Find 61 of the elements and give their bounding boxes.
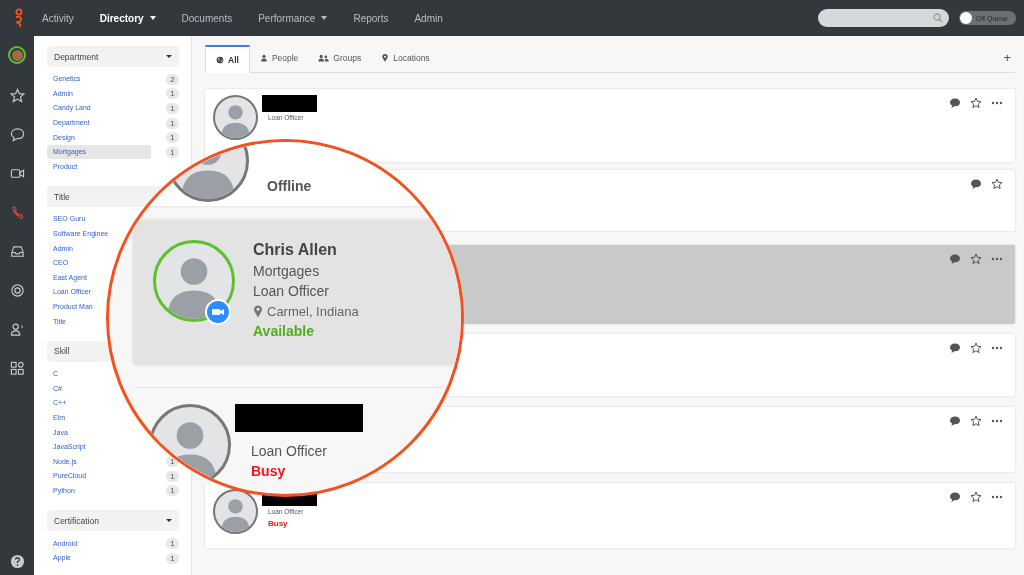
chat-icon[interactable] — [949, 342, 961, 354]
nav-menu-item[interactable]: Activity — [42, 12, 74, 24]
filter-section-header[interactable]: Department — [47, 46, 179, 67]
chat-icon[interactable] — [949, 253, 961, 265]
location: Carmel, Indiana — [267, 304, 359, 319]
count-badge: 1 — [166, 132, 179, 144]
person-name: Chris Allen — [253, 241, 338, 259]
star-icon[interactable] — [970, 491, 982, 503]
chat-icon[interactable] — [970, 178, 982, 190]
user-avatar[interactable] — [8, 46, 26, 64]
presence-status: Available — [253, 323, 315, 339]
nav-menu-item[interactable]: Performance — [258, 12, 328, 24]
tab[interactable]: All — [205, 45, 250, 73]
presence-status: Busy — [267, 519, 289, 528]
chat-icon[interactable] — [949, 97, 961, 109]
chat-icon[interactable] — [949, 491, 961, 503]
presence-status: Offline — [267, 178, 312, 194]
count-badge: 1 — [166, 538, 179, 550]
video-camera-icon[interactable] — [9, 166, 25, 181]
filter-section-header[interactable]: Certification — [47, 510, 179, 532]
count-badge: 1 — [166, 117, 179, 129]
person-card[interactable]: Chris Allen Mortgages Loan Officer Carmel, Indiana Available — [133, 220, 461, 365]
location-pin-icon — [381, 54, 390, 62]
job-title: Loan Officer — [250, 443, 328, 459]
lifebuoy-icon[interactable] — [9, 283, 25, 298]
location-pin-icon — [253, 305, 263, 318]
tab[interactable]: Groups — [308, 44, 372, 72]
tab[interactable]: People — [249, 44, 309, 72]
add-tab-button[interactable]: + — [1003, 50, 1011, 65]
people-icon — [318, 54, 330, 62]
count-badge: 1 — [166, 103, 179, 114]
star-icon[interactable] — [991, 178, 1003, 190]
star-icon[interactable] — [970, 342, 982, 354]
inbox-icon[interactable] — [9, 244, 25, 259]
department: Mortgages — [253, 263, 321, 279]
count-badge: 1 — [166, 552, 179, 564]
chat-icon[interactable] — [9, 127, 25, 142]
nav-menu-item[interactable]: Documents — [181, 12, 233, 24]
job-title: Loan Officer — [253, 283, 330, 299]
star-icon[interactable] — [970, 415, 982, 427]
presence-status: Busy — [250, 463, 287, 479]
count-badge: 1 — [166, 485, 179, 497]
star-icon[interactable] — [970, 97, 982, 109]
tab[interactable]: Locations — [371, 44, 440, 72]
person-icon — [259, 54, 268, 62]
nav-menu-item[interactable]: Directory — [99, 12, 156, 24]
count-badge: 1 — [166, 88, 179, 100]
search-icon — [932, 13, 943, 23]
count-badge: 1 — [166, 146, 179, 158]
person-icon[interactable] — [9, 322, 25, 337]
star-icon[interactable] — [970, 253, 982, 265]
search-field[interactable] — [817, 9, 949, 27]
count-badge: 1 — [166, 470, 179, 482]
globe-icon — [216, 55, 224, 64]
apps-grid-icon[interactable] — [9, 361, 25, 376]
nav-menu-item[interactable]: Admin — [414, 12, 443, 24]
nav-menu-item[interactable]: Reports — [353, 12, 389, 24]
phone-icon[interactable] — [9, 205, 25, 220]
count-badge: 2 — [166, 73, 179, 85]
chat-icon[interactable] — [949, 415, 961, 427]
help-icon[interactable] — [9, 554, 25, 569]
